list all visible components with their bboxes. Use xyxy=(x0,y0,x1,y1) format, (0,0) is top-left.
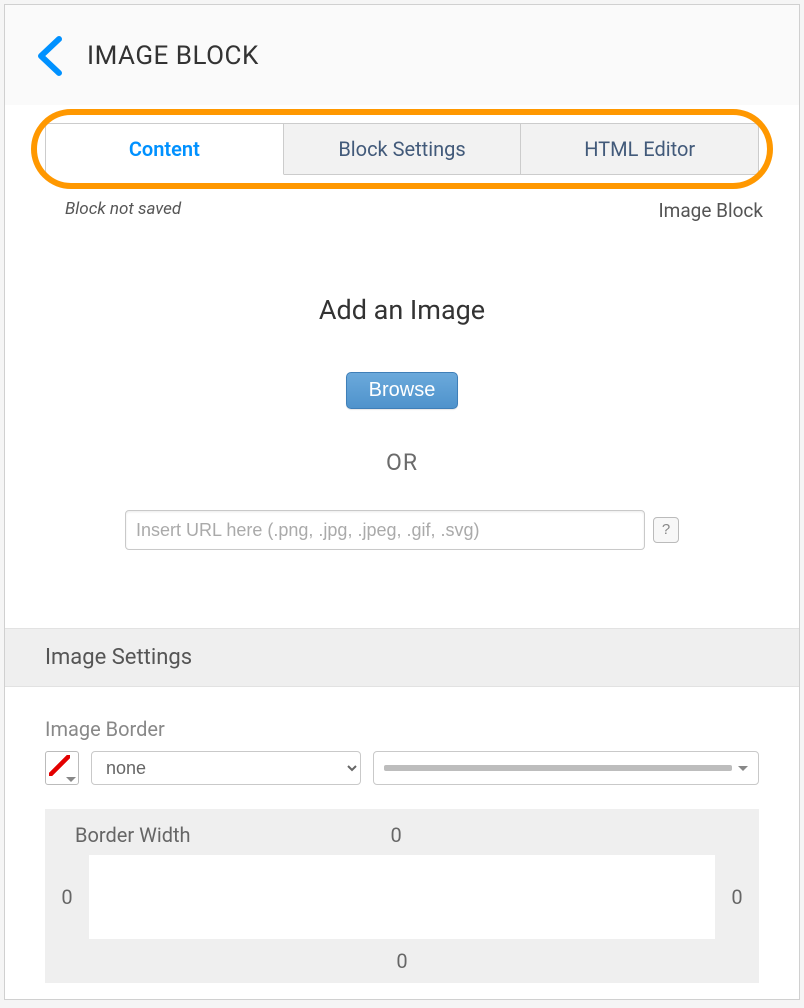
chevron-left-icon xyxy=(35,35,65,77)
url-help-button[interactable]: ? xyxy=(653,517,679,543)
border-width-right[interactable]: 0 xyxy=(725,885,749,909)
border-width-top-row: Border Width 0 xyxy=(55,823,749,847)
add-image-section: Add an Image Browse OR ? xyxy=(5,232,799,590)
border-width-bottom[interactable]: 0 xyxy=(55,949,749,973)
tabs-container: Content Block Settings HTML Editor xyxy=(27,105,777,193)
browse-button[interactable]: Browse xyxy=(346,372,459,409)
border-style-select[interactable]: none xyxy=(91,751,361,785)
image-border-label: Image Border xyxy=(45,717,759,741)
page-title: IMAGE BLOCK xyxy=(87,41,259,71)
tab-block-settings[interactable]: Block Settings xyxy=(284,123,522,175)
image-settings-header: Image Settings xyxy=(5,628,799,687)
add-image-heading: Add an Image xyxy=(35,294,769,326)
border-width-middle-row: 0 0 xyxy=(55,855,749,939)
or-divider: OR xyxy=(35,449,769,476)
border-width-preview-box xyxy=(89,855,715,939)
border-preview-line xyxy=(384,765,732,771)
border-preview-select[interactable] xyxy=(373,751,759,785)
image-settings-body: Image Border none Border Width 0 0 xyxy=(5,687,799,983)
tab-bar: Content Block Settings HTML Editor xyxy=(45,123,759,175)
block-type-label: Image Block xyxy=(659,199,764,222)
border-width-top[interactable]: 0 xyxy=(391,823,402,847)
border-color-picker[interactable] xyxy=(45,751,79,785)
status-row: Block not saved Image Block xyxy=(5,193,799,232)
image-url-input[interactable] xyxy=(125,510,645,550)
border-width-label: Border Width xyxy=(75,823,191,847)
panel-header: IMAGE BLOCK xyxy=(5,5,799,105)
tab-html-editor[interactable]: HTML Editor xyxy=(521,123,759,175)
image-block-panel: IMAGE BLOCK Content Block Settings HTML … xyxy=(4,4,800,1000)
url-input-row: ? xyxy=(35,510,769,550)
border-controls-row: none xyxy=(45,751,759,785)
back-button[interactable] xyxy=(35,35,65,77)
tab-content[interactable]: Content xyxy=(45,123,284,175)
save-status: Block not saved xyxy=(65,199,181,222)
border-width-section: Border Width 0 0 0 0 xyxy=(45,809,759,983)
content-scroll[interactable]: Block not saved Image Block Add an Image… xyxy=(5,193,799,983)
border-width-left[interactable]: 0 xyxy=(55,885,79,909)
